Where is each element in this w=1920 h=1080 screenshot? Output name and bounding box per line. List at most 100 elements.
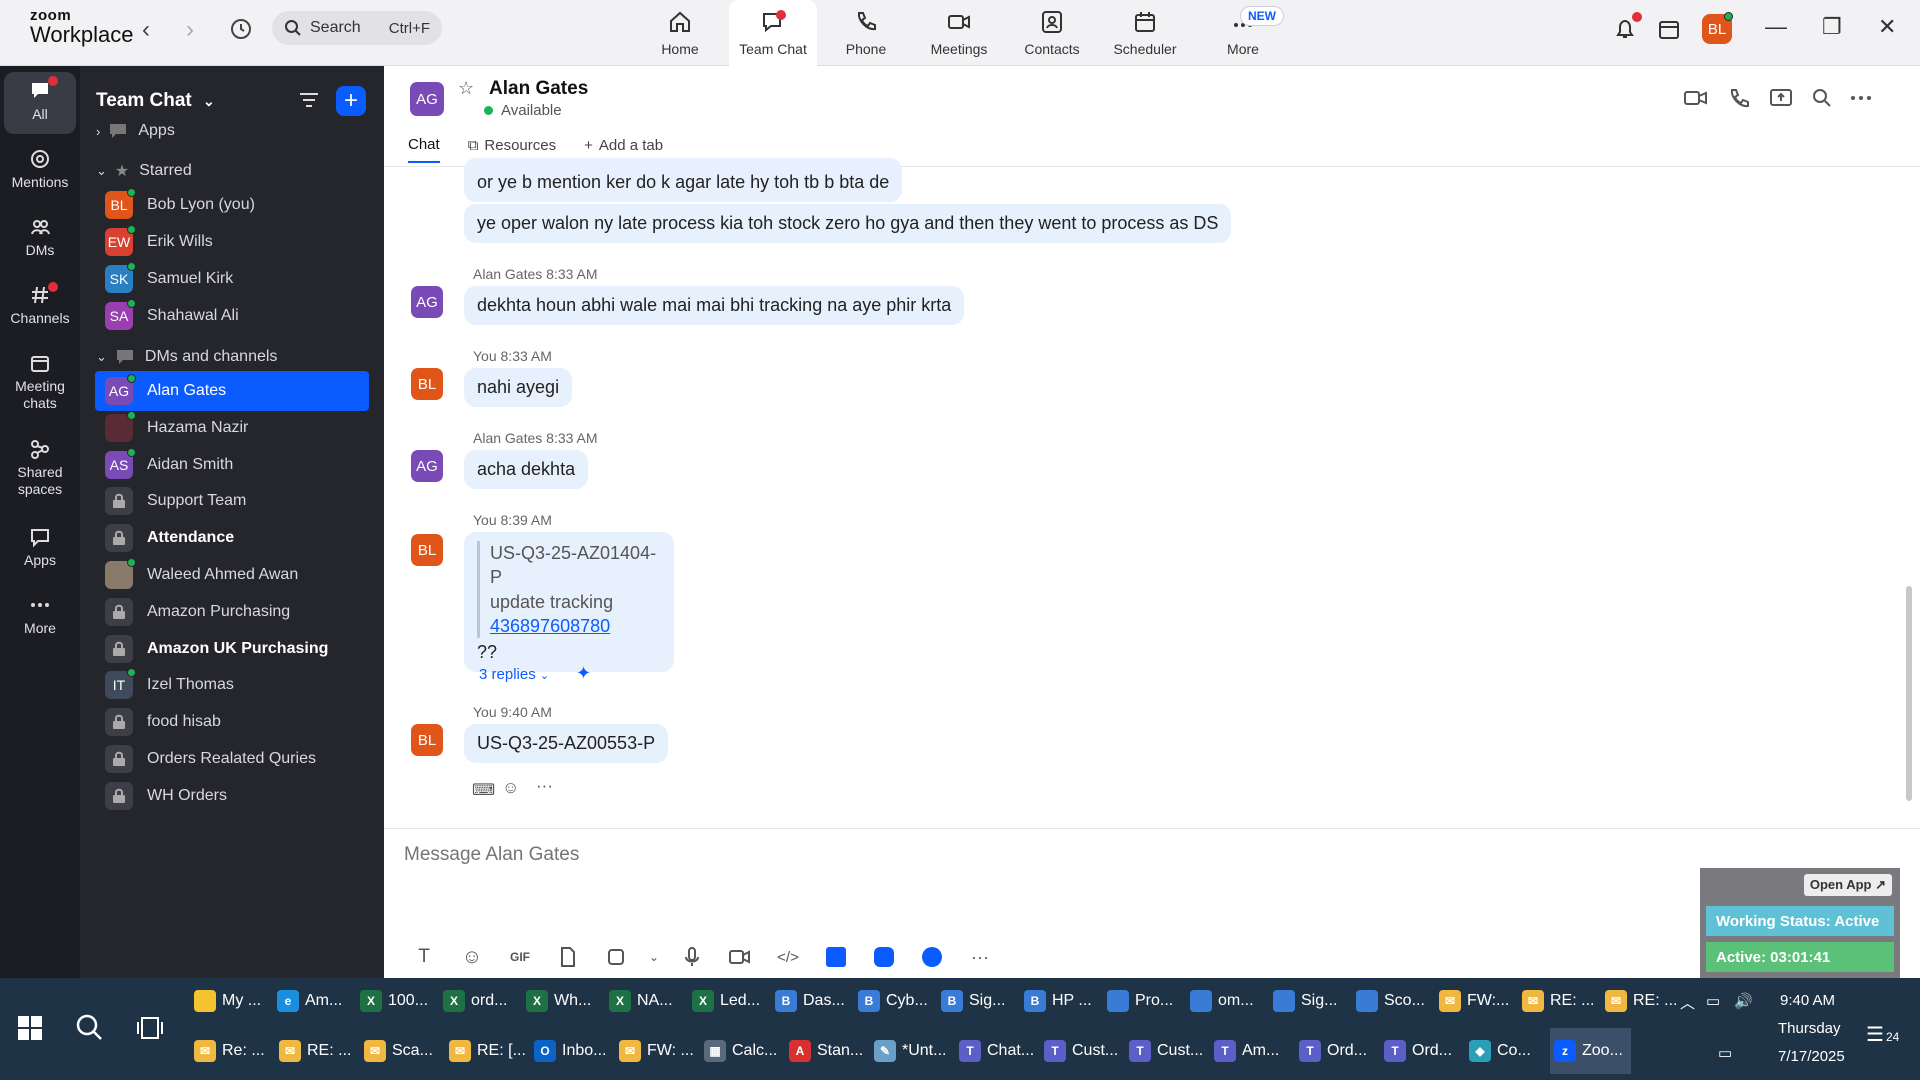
sidebar-item[interactable]: WH Orders bbox=[95, 776, 369, 816]
sender-avatar[interactable]: BL bbox=[411, 724, 443, 756]
sidebar-item[interactable]: Support Team bbox=[95, 481, 369, 521]
rail-meeting-chats[interactable]: Meeting chats bbox=[4, 352, 76, 412]
taskbar-app-button[interactable]: ✉ RE: ... bbox=[1518, 978, 1597, 1024]
taskbar-app-button[interactable]: B Sig... bbox=[937, 978, 1016, 1024]
taskbar-app-button[interactable]: T Chat... bbox=[955, 1028, 1036, 1074]
taskbar-app-button[interactable]: X 100... bbox=[356, 978, 435, 1024]
taskbar-app-button[interactable]: T Cust... bbox=[1040, 1028, 1121, 1074]
video-call-icon[interactable] bbox=[1684, 88, 1708, 113]
sidebar-item[interactable]: Attendance bbox=[95, 518, 369, 558]
rail-dms[interactable]: DMs bbox=[4, 216, 76, 259]
sender-avatar[interactable]: AG bbox=[411, 286, 443, 318]
task-view-icon[interactable] bbox=[136, 1014, 164, 1047]
taskbar-app-button[interactable]: B Cyb... bbox=[854, 978, 933, 1024]
emoji-icon[interactable]: ☺ bbox=[452, 942, 492, 972]
nav-tab-phone[interactable]: Phone bbox=[822, 0, 910, 66]
rail-mentions[interactable]: Mentions bbox=[4, 148, 76, 191]
sidebar-item[interactable]: AS Aidan Smith bbox=[95, 445, 369, 485]
calendar-app-icon[interactable] bbox=[1656, 16, 1682, 47]
section-apps[interactable]: › Apps bbox=[96, 122, 175, 140]
taskbar-app-button[interactable]: ✉ RE: [... bbox=[445, 1028, 526, 1074]
taskbar-app-button[interactable]: X NA... bbox=[605, 978, 684, 1024]
tracking-link[interactable]: 436897608780 bbox=[490, 614, 661, 638]
taskbar-app-button[interactable]: e Am... bbox=[273, 978, 352, 1024]
taskbar-app-button[interactable]: My ... bbox=[190, 978, 269, 1024]
taskbar-app-button[interactable]: Pro... bbox=[1103, 978, 1182, 1024]
contact-name[interactable]: Alan Gates bbox=[489, 78, 588, 100]
taskbar-app-button[interactable]: Sco... bbox=[1352, 978, 1431, 1024]
sidebar-item[interactable]: IT Izel Thomas bbox=[95, 665, 369, 705]
taskbar-app-button[interactable]: X Wh... bbox=[522, 978, 601, 1024]
sidebar-title[interactable]: Team Chat ⌄ bbox=[96, 90, 215, 112]
taskbar-app-button[interactable]: ✎ *Unt... bbox=[870, 1028, 951, 1074]
rail-channels[interactable]: Channels bbox=[4, 284, 76, 327]
more-tools-icon[interactable]: ··· bbox=[960, 942, 1000, 972]
taskbar-app-button[interactable]: T Ord... bbox=[1380, 1028, 1461, 1074]
restore-icon[interactable]: ❐ bbox=[1822, 14, 1842, 40]
working-status[interactable]: Working Status: Active bbox=[1706, 906, 1894, 936]
app-integration-icon-3[interactable] bbox=[912, 942, 952, 972]
taskbar-app-button[interactable]: ◆ Co... bbox=[1465, 1028, 1546, 1074]
sidebar-item[interactable]: Hazama Nazir bbox=[95, 408, 369, 448]
new-chat-button[interactable]: + bbox=[336, 86, 366, 116]
nav-tab-team-chat[interactable]: Team Chat bbox=[729, 0, 817, 66]
sidebar-item[interactable]: AG Alan Gates bbox=[95, 371, 369, 411]
tab-chat[interactable]: Chat bbox=[408, 136, 440, 163]
sidebar-item[interactable]: SK Samuel Kirk bbox=[95, 259, 369, 299]
history-icon[interactable] bbox=[226, 14, 256, 44]
nav-tab-contacts[interactable]: Contacts bbox=[1008, 0, 1096, 66]
taskbar-app-button[interactable]: X Led... bbox=[688, 978, 767, 1024]
tray-chevron-icon[interactable]: ︿ bbox=[1680, 992, 1695, 1013]
contact-avatar[interactable]: AG bbox=[410, 82, 444, 116]
sender-avatar[interactable]: BL bbox=[411, 534, 443, 566]
phone-call-icon[interactable] bbox=[1728, 88, 1750, 115]
ai-sparkle-icon[interactable]: ✦ bbox=[576, 663, 591, 684]
taskbar-app-button[interactable]: T Am... bbox=[1210, 1028, 1291, 1074]
sidebar-item[interactable]: food hisab bbox=[95, 702, 369, 742]
taskbar-app-button[interactable]: Sig... bbox=[1269, 978, 1348, 1024]
sidebar-item[interactable]: BL Bob Lyon (you) bbox=[95, 185, 369, 225]
open-app-button[interactable]: Open App ↗ bbox=[1803, 874, 1892, 896]
sidebar-item[interactable]: Orders Realated Quries bbox=[95, 739, 369, 779]
minimize-icon[interactable]: — bbox=[1765, 14, 1787, 40]
sender-avatar[interactable]: AG bbox=[411, 450, 443, 482]
screenshot-dropdown-icon[interactable]: ⌄ bbox=[644, 942, 664, 972]
quoted-message[interactable]: US-Q3-25-AZ01404-P update tracking 43689… bbox=[477, 541, 661, 639]
nav-tab-meetings[interactable]: Meetings bbox=[915, 0, 1003, 66]
rail-shared-spaces[interactable]: Shared spaces bbox=[4, 438, 76, 498]
sidebar-item[interactable]: Amazon Purchasing bbox=[95, 592, 369, 632]
taskbar-app-button[interactable]: ✉ Re: ... bbox=[190, 1028, 271, 1074]
volume-icon[interactable]: 🔊 bbox=[1734, 992, 1753, 1010]
taskbar-app-button[interactable]: ▦ Calc... bbox=[700, 1028, 781, 1074]
section-starred[interactable]: ⌄ ★ Starred bbox=[96, 161, 192, 181]
taskbar-app-button[interactable]: ✉ FW:... bbox=[1435, 978, 1514, 1024]
emoji-reaction-icon[interactable]: ☺ bbox=[502, 778, 519, 798]
taskbar-search-icon[interactable] bbox=[74, 1012, 104, 1047]
rail-all[interactable]: All bbox=[4, 72, 76, 134]
notification-center-icon[interactable]: ☰ 24 bbox=[1866, 1022, 1899, 1047]
taskbar-app-button[interactable]: ✉ FW: ... bbox=[615, 1028, 696, 1074]
back-arrow-icon[interactable]: ‹ bbox=[142, 16, 150, 44]
sidebar-item[interactable]: Amazon UK Purchasing bbox=[95, 629, 369, 669]
message-more-icon[interactable]: ··· bbox=[536, 776, 553, 796]
taskbar-app-button[interactable]: B Das... bbox=[771, 978, 850, 1024]
sidebar-item[interactable]: SA Shahawal Ali bbox=[95, 296, 369, 336]
message-input[interactable] bbox=[404, 840, 1504, 870]
replies-button[interactable]: 3 replies ⌄ bbox=[479, 666, 549, 683]
taskbar-app-button[interactable]: ✉ Sca... bbox=[360, 1028, 441, 1074]
nav-tab-home[interactable]: Home bbox=[636, 0, 724, 66]
taskbar-app-button[interactable]: Xord... bbox=[439, 978, 518, 1024]
taskbar-app-button[interactable]: ✉ RE: ... bbox=[1601, 978, 1680, 1024]
taskbar-app-button[interactable]: om... bbox=[1186, 978, 1265, 1024]
forward-arrow-icon[interactable]: › bbox=[186, 16, 194, 44]
gif-icon[interactable]: GIF bbox=[500, 942, 540, 972]
more-options-icon[interactable] bbox=[1850, 88, 1872, 113]
sidebar-item[interactable]: Waleed Ahmed Awan bbox=[95, 555, 369, 595]
taskbar-app-button[interactable]: T Cust... bbox=[1125, 1028, 1206, 1074]
taskbar-app-button[interactable]: A Stan... bbox=[785, 1028, 866, 1074]
taskbar-app-button[interactable]: z Zoo... bbox=[1550, 1028, 1631, 1074]
microphone-icon[interactable] bbox=[672, 942, 712, 972]
section-dms[interactable]: ⌄ DMs and channels bbox=[96, 348, 277, 366]
battery-icon[interactable]: ▭ bbox=[1706, 992, 1720, 1010]
screenshot-icon[interactable] bbox=[596, 942, 636, 972]
